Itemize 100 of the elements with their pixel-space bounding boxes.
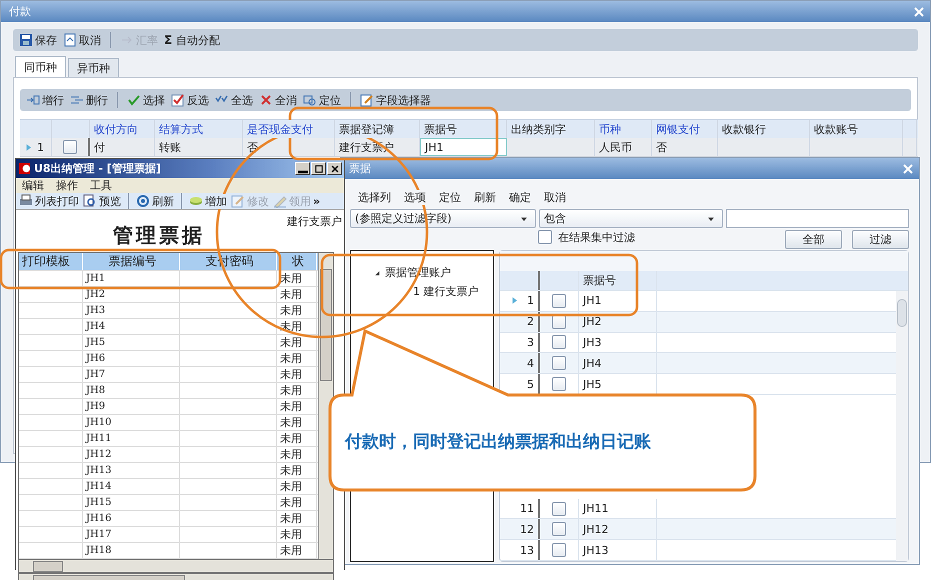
column-header[interactable]: 票据编号 xyxy=(83,253,180,270)
row-number: 3 xyxy=(527,336,534,349)
toolbar-button[interactable]: 字段选择器 xyxy=(360,90,431,110)
row-number: 12 xyxy=(520,522,534,536)
checkbox[interactable] xyxy=(552,522,566,536)
table-cell: JH16 xyxy=(83,511,180,526)
more-button[interactable]: » xyxy=(313,194,320,208)
table-cell: 未用 xyxy=(277,367,317,382)
table-cell: JH3 xyxy=(579,332,657,352)
window-title: 付款 xyxy=(9,4,31,19)
checkbox[interactable] xyxy=(552,502,566,516)
table-cell: JH14 xyxy=(83,479,180,494)
toolbar-button[interactable]: 刷新 xyxy=(136,194,174,208)
maximize-button[interactable] xyxy=(311,162,326,175)
column-header[interactable]: 票据号 xyxy=(579,271,657,290)
button[interactable]: 全部 xyxy=(785,230,842,249)
table-cell: 转账 xyxy=(155,138,243,156)
minimize-button[interactable] xyxy=(295,162,310,175)
toolbar-button[interactable]: 增行 xyxy=(26,90,64,110)
checkbox[interactable] xyxy=(63,140,77,154)
table-cell: JH1 xyxy=(83,271,180,286)
tree-item[interactable]: 1 建行支票户 xyxy=(413,284,478,299)
table-cell: 未用 xyxy=(277,479,317,494)
callout-text: 付款时，同时登记出纳票据和出纳日记账 xyxy=(345,431,651,453)
checkbox[interactable] xyxy=(538,230,552,244)
column-header[interactable]: 票据登记簿 xyxy=(335,120,420,138)
toolbar-button[interactable]: 保存 xyxy=(19,30,57,50)
stack-icon xyxy=(189,194,203,208)
toolbar-button[interactable]: 增加 xyxy=(189,194,227,208)
table-cell: JH12 xyxy=(579,519,657,540)
table-cell: JH11 xyxy=(83,431,180,446)
table-cell: 人民币 xyxy=(595,138,652,156)
table-cell: JH11 xyxy=(579,498,657,518)
table-cell: 未用 xyxy=(277,527,317,542)
table-cell: 未用 xyxy=(277,431,317,446)
menu-item[interactable]: 刷新 xyxy=(474,190,496,205)
close-icon xyxy=(901,162,915,176)
toolbar-button[interactable]: 取消 xyxy=(63,30,101,50)
table-cell: 否 xyxy=(652,138,718,156)
table-cell: 未用 xyxy=(277,335,317,350)
table-cell: JH7 xyxy=(83,367,180,382)
column-header[interactable]: 打印模板 xyxy=(19,253,83,270)
pen-icon xyxy=(273,194,287,208)
table-cell: JH1 xyxy=(579,291,657,311)
edit-icon xyxy=(360,93,374,107)
column-header[interactable]: 状 xyxy=(277,253,317,270)
vertical-scrollbar[interactable] xyxy=(896,291,908,561)
close-icon xyxy=(912,4,926,18)
checkbox[interactable] xyxy=(552,294,566,308)
toolbar-button[interactable]: 选择 xyxy=(127,90,165,110)
menu-item[interactable]: 操作 xyxy=(56,178,78,193)
table-cell: 未用 xyxy=(277,495,317,510)
table-cell: JH2 xyxy=(579,312,657,332)
menu-item[interactable]: 定位 xyxy=(439,190,461,205)
toolbar-button[interactable]: 预览 xyxy=(83,194,121,208)
checkbox[interactable] xyxy=(552,543,566,558)
table-cell: JH5 xyxy=(83,335,180,350)
table-cell: 未用 xyxy=(277,303,317,318)
tab[interactable]: 同币种 xyxy=(15,56,66,77)
row-number: 4 xyxy=(527,356,534,370)
row-number: 5 xyxy=(527,378,534,391)
filter-input[interactable] xyxy=(726,209,909,228)
printer-icon xyxy=(19,194,33,208)
maximize-icon xyxy=(314,164,324,174)
document-icon xyxy=(63,33,77,47)
toolbar-button[interactable]: Σ 自动分配 xyxy=(164,30,220,50)
edit-icon xyxy=(231,194,245,208)
checkbox[interactable] xyxy=(552,356,566,370)
table-cell: JH3 xyxy=(83,303,180,318)
toolbar-button[interactable]: 删行 xyxy=(70,90,108,110)
table-cell: 未用 xyxy=(277,287,317,302)
locate-icon xyxy=(303,93,317,107)
checkbox[interactable] xyxy=(552,335,566,350)
toolbar-button[interactable]: 列表打印 xyxy=(19,194,79,208)
sigma-icon: Σ xyxy=(164,33,172,47)
table-cell: 未用 xyxy=(277,415,317,430)
table-cell: 未用 xyxy=(277,399,317,414)
menu-item[interactable]: 确定 xyxy=(509,190,531,205)
table-cell: JH13 xyxy=(83,463,180,478)
menu-item[interactable]: 编辑 xyxy=(22,178,44,193)
table-cell: JH15 xyxy=(83,495,180,510)
table-cell: 未用 xyxy=(277,383,317,398)
operator-dropdown[interactable]: 包含 xyxy=(539,209,723,228)
toolbar-button[interactable]: 全选 xyxy=(215,90,253,110)
table-cell: 未用 xyxy=(277,543,317,558)
refresh-icon xyxy=(136,194,150,208)
tab[interactable]: 异币种 xyxy=(68,58,119,77)
toolbar-button[interactable]: 全消 xyxy=(259,90,297,110)
toolbar-button[interactable]: 反选 xyxy=(171,90,209,110)
row-number: 11 xyxy=(520,502,534,515)
horizontal-scrollbar[interactable] xyxy=(18,559,334,573)
menu-item[interactable]: 选择列 xyxy=(358,190,391,205)
menu-item[interactable]: 工具 xyxy=(90,178,112,193)
close-button[interactable] xyxy=(327,162,342,175)
checkbox[interactable] xyxy=(552,377,566,392)
toolbar-button[interactable]: 定位 xyxy=(303,90,341,110)
table-cell: 未用 xyxy=(277,447,317,462)
table-cell: JH13 xyxy=(579,540,657,560)
menu-item[interactable]: 取消 xyxy=(544,190,566,205)
button[interactable]: 过滤 xyxy=(852,230,909,249)
